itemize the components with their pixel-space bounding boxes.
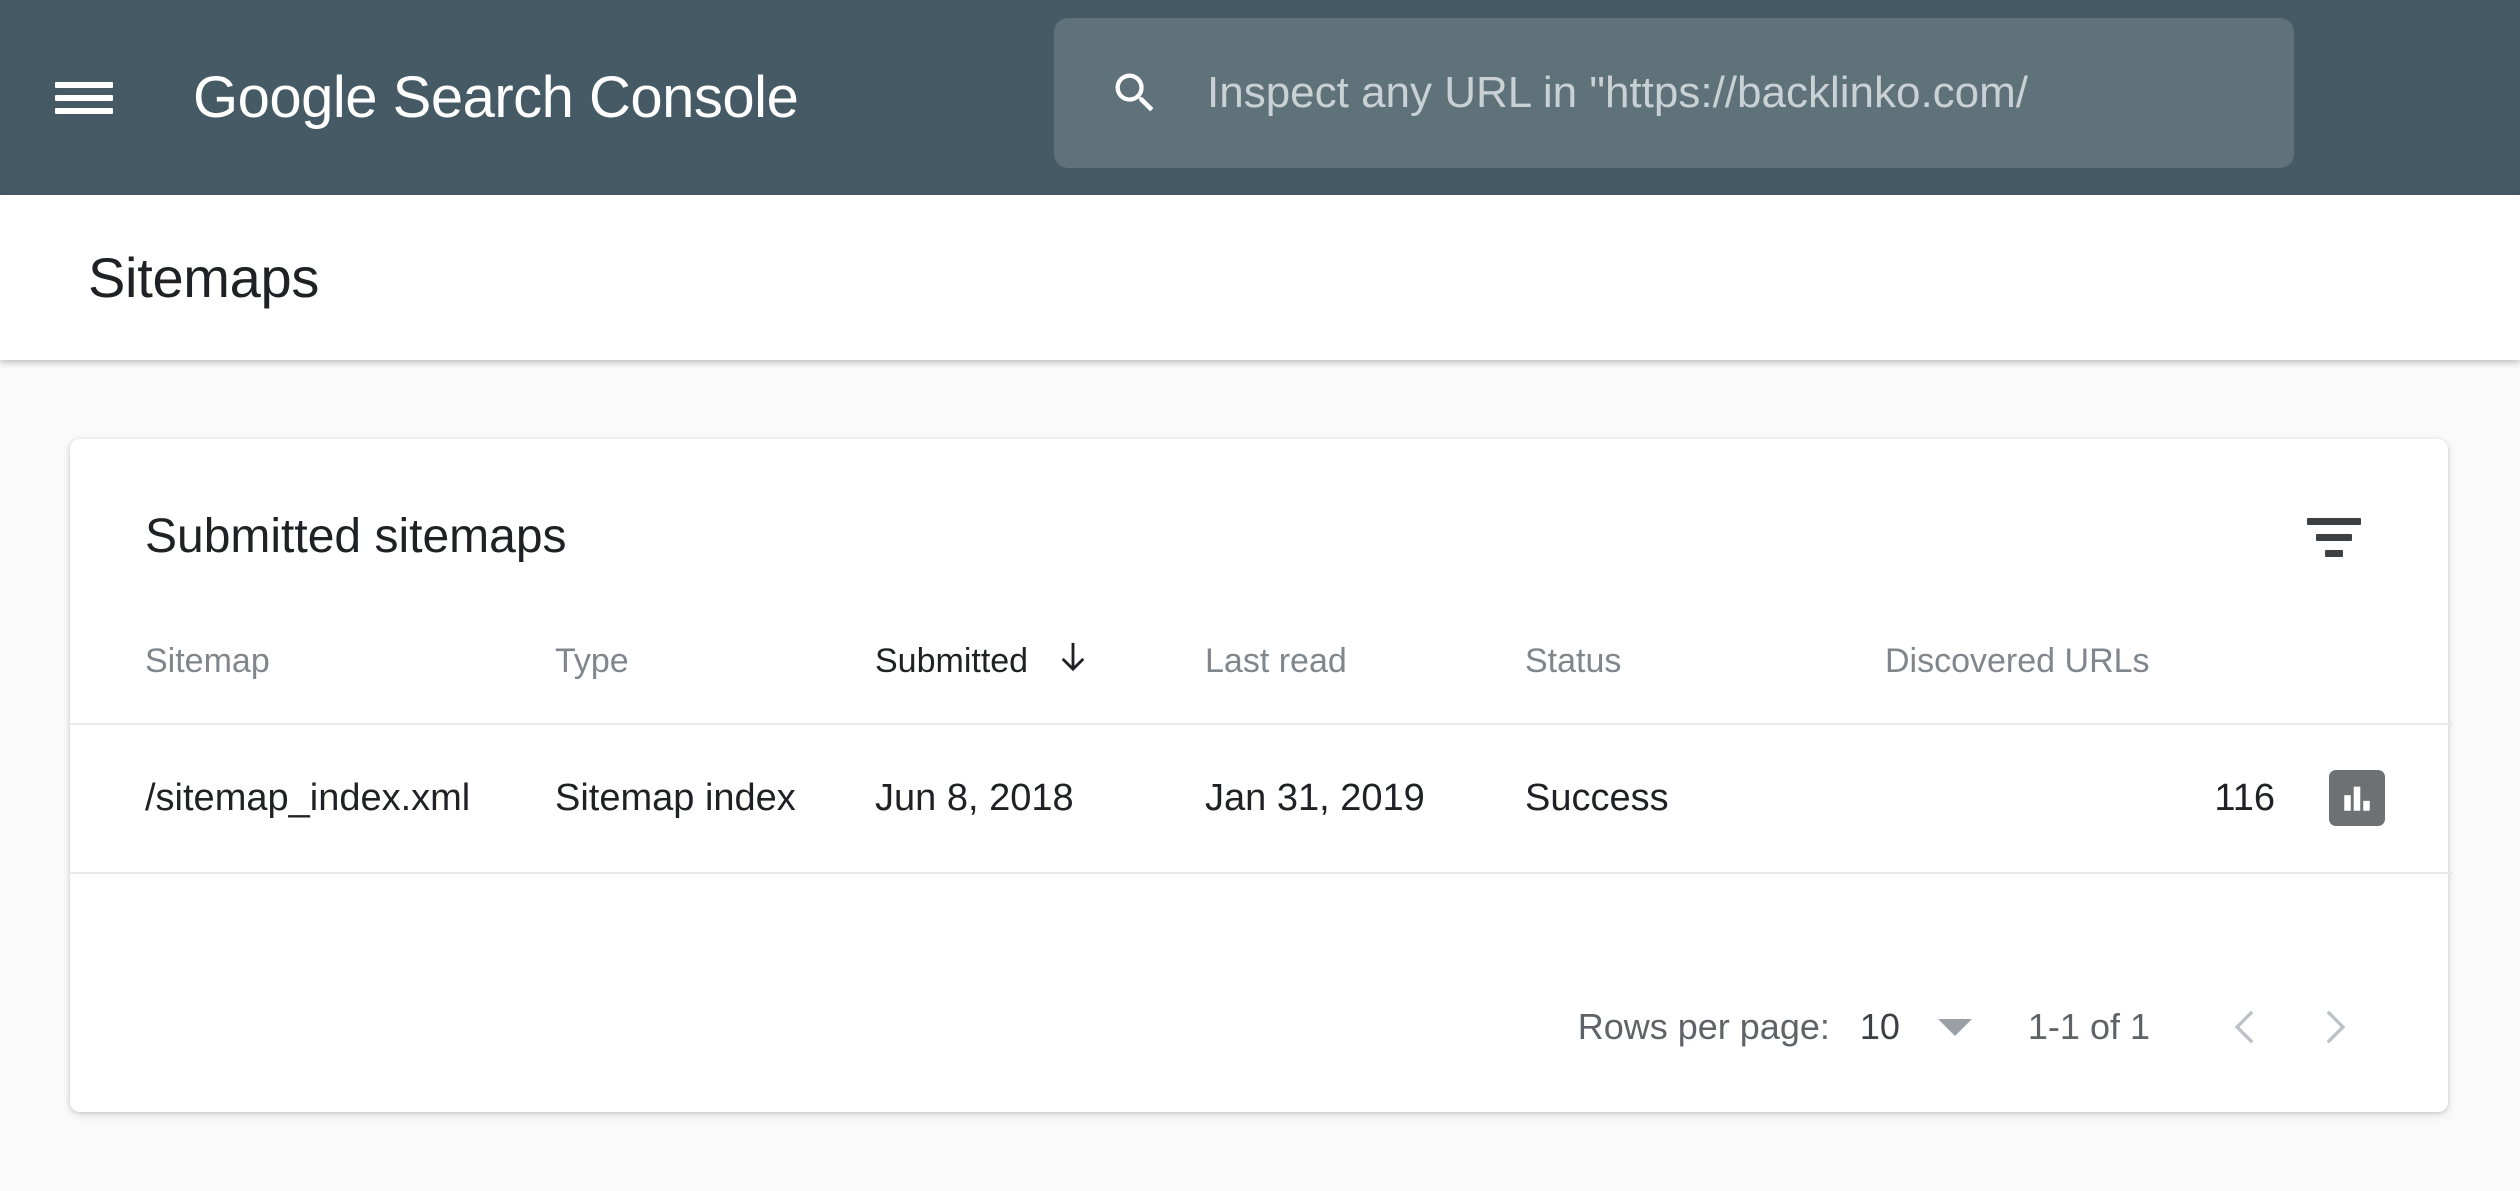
content-area: Submitted sitemaps Sitemap Type Submitte… xyxy=(0,360,2520,1191)
column-header-submitted-label: Submitted xyxy=(875,642,1029,680)
column-header-type[interactable]: Type xyxy=(555,634,875,725)
column-header-action xyxy=(2275,634,2453,725)
column-header-discovered-urls[interactable]: Discovered URLs xyxy=(1885,634,2275,725)
column-header-type-label: Type xyxy=(555,642,629,680)
column-header-sitemap[interactable]: Sitemap xyxy=(70,634,555,725)
rows-per-page-label: Rows per page: xyxy=(1577,1006,1830,1047)
column-header-status-label: Status xyxy=(1525,642,1622,680)
table-header-row: Sitemap Type Submitted Last read Status … xyxy=(70,634,2453,725)
rows-per-page-select[interactable]: 10 xyxy=(1860,1006,1972,1048)
column-header-last-read-label: Last read xyxy=(1205,642,1347,680)
page-title-bar: Sitemaps xyxy=(0,195,2520,360)
filter-bar-1 xyxy=(2307,517,2361,525)
submitted-sitemaps-card: Submitted sitemaps Sitemap Type Submitte… xyxy=(70,439,2453,1112)
filter-bar-3 xyxy=(2325,549,2343,557)
cell-discovered-urls: 116 xyxy=(1885,724,2275,874)
product-logo[interactable]: Google Search Console xyxy=(193,68,799,127)
next-page-button[interactable] xyxy=(2290,984,2376,1070)
filter-bar-2 xyxy=(2316,533,2352,541)
sort-descending-arrow-icon xyxy=(1056,638,1090,685)
bar-chart-icon[interactable] xyxy=(2329,770,2385,826)
card-title: Submitted sitemaps xyxy=(145,510,567,563)
logo-product-text: Search Console xyxy=(377,64,799,130)
card-header: Submitted sitemaps xyxy=(70,439,2448,634)
hamburger-menu-icon[interactable] xyxy=(55,76,113,120)
sitemaps-table: Sitemap Type Submitted Last read Status … xyxy=(70,634,2453,874)
chevron-right-icon xyxy=(2326,1010,2346,1044)
cell-sitemap[interactable]: /sitemap_index.xml xyxy=(70,724,555,874)
table-row[interactable]: /sitemap_index.xml Sitemap index Jun 8, … xyxy=(70,724,2453,874)
column-header-discovered-urls-label: Discovered URLs xyxy=(1885,642,2150,680)
column-header-last-read[interactable]: Last read xyxy=(1205,634,1525,725)
menu-bar-1 xyxy=(55,81,113,88)
previous-page-button[interactable] xyxy=(2204,984,2290,1070)
app-bar: Google Search Console xyxy=(0,0,2520,195)
cell-status: Success xyxy=(1525,724,1885,874)
page-range-label: 1-1 of 1 xyxy=(2027,1006,2150,1047)
cell-action xyxy=(2275,724,2453,874)
filter-icon[interactable] xyxy=(2298,509,2370,565)
cell-type: Sitemap index xyxy=(555,724,875,874)
pagination-bar: Rows per page: 10 1-1 of 1 xyxy=(70,942,2448,1112)
column-header-sitemap-label: Sitemap xyxy=(145,642,270,680)
cell-submitted: Jun 8, 2018 xyxy=(875,724,1205,874)
chevron-left-icon xyxy=(2234,1010,2254,1044)
search-icon xyxy=(1115,73,1154,112)
menu-bar-2 xyxy=(55,94,113,101)
page-title: Sitemaps xyxy=(88,246,320,309)
column-header-status[interactable]: Status xyxy=(1525,634,1885,725)
chevron-down-icon xyxy=(1937,1018,1972,1036)
column-header-submitted[interactable]: Submitted xyxy=(875,634,1205,725)
cell-last-read: Jan 31, 2019 xyxy=(1205,724,1525,874)
logo-brand-text: Google xyxy=(193,64,378,130)
rows-per-page-value: 10 xyxy=(1859,1006,1900,1047)
url-inspection-search-box[interactable] xyxy=(1054,18,2294,168)
menu-bar-3 xyxy=(55,107,113,114)
url-inspection-input[interactable] xyxy=(1207,68,2284,118)
